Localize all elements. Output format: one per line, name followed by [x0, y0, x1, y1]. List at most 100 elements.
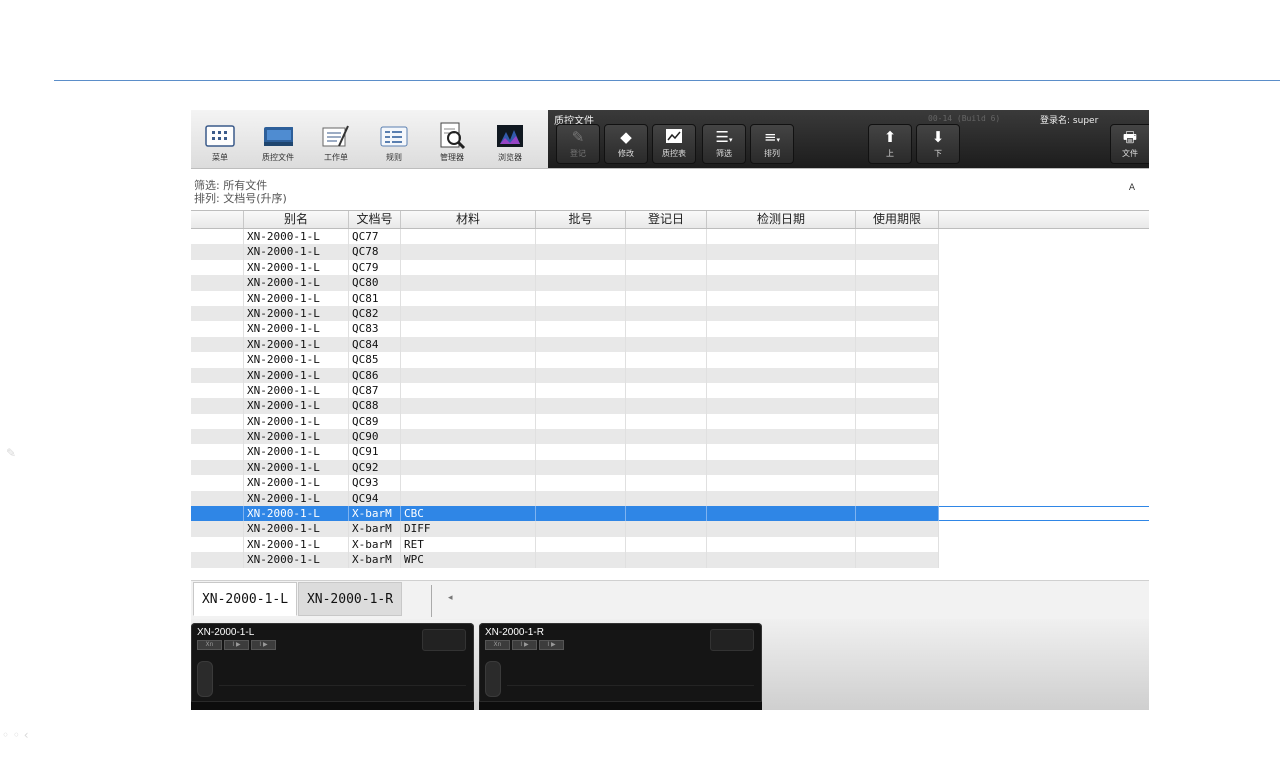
table-row[interactable]: XN-2000-1-L QC88	[191, 398, 1149, 414]
alias-cell[interactable]: XN-2000-1-L	[244, 290, 349, 306]
register-date-cell[interactable]	[626, 413, 707, 430]
browser-button[interactable]: 浏览器	[481, 110, 539, 168]
row-marker-cell[interactable]	[191, 367, 244, 383]
expiry-cell[interactable]	[856, 290, 939, 306]
row-marker-cell[interactable]	[191, 290, 244, 306]
lot-cell[interactable]	[536, 444, 626, 460]
table-row[interactable]: XN-2000-1-L QC90	[191, 429, 1149, 445]
register-date-cell[interactable]	[626, 398, 707, 414]
doc-number-cell[interactable]: QC83	[349, 321, 401, 337]
register-date-cell[interactable]	[626, 429, 707, 445]
material-cell[interactable]	[401, 429, 536, 445]
row-marker-cell[interactable]	[191, 475, 244, 491]
menu-button[interactable]: 菜单	[191, 110, 249, 168]
alias-cell[interactable]: XN-2000-1-L	[244, 305, 349, 322]
material-cell[interactable]	[401, 275, 536, 291]
material-cell[interactable]	[401, 444, 536, 460]
row-marker-cell[interactable]	[191, 521, 244, 537]
register-date-cell[interactable]	[626, 382, 707, 399]
row-marker-cell[interactable]	[191, 490, 244, 507]
move-up-button[interactable]: ⬆ 上	[868, 124, 912, 164]
material-cell[interactable]	[401, 490, 536, 507]
register-date-cell[interactable]	[626, 521, 707, 537]
lot-cell[interactable]	[536, 321, 626, 337]
filter-button[interactable]: ☰▾ 筛选	[702, 124, 746, 164]
doc-number-cell[interactable]: QC78	[349, 244, 401, 260]
row-marker-cell[interactable]	[191, 398, 244, 414]
column-header-register-date[interactable]: 登记日	[626, 211, 707, 228]
test-date-cell[interactable]	[707, 290, 856, 306]
expiry-cell[interactable]	[856, 367, 939, 383]
table-row[interactable]: XN-2000-1-L X-barM WPC	[191, 552, 1149, 568]
expiry-cell[interactable]	[856, 413, 939, 430]
table-row[interactable]: XN-2000-1-L QC94	[191, 490, 1149, 507]
column-header-lot[interactable]: 批号	[536, 211, 626, 228]
lot-cell[interactable]	[536, 275, 626, 291]
lot-cell[interactable]	[536, 475, 626, 491]
material-cell[interactable]	[401, 459, 536, 476]
worksheet-button[interactable]: 工作单	[307, 110, 365, 168]
test-date-cell[interactable]	[707, 444, 856, 460]
alias-cell[interactable]: XN-2000-1-L	[244, 229, 349, 245]
qc-chart-button[interactable]: 质控表	[652, 124, 696, 164]
test-date-cell[interactable]	[707, 229, 856, 245]
register-date-cell[interactable]	[626, 290, 707, 306]
doc-number-cell[interactable]: QC92	[349, 459, 401, 476]
alias-cell[interactable]: XN-2000-1-L	[244, 367, 349, 383]
expiry-cell[interactable]	[856, 552, 939, 568]
expiry-cell[interactable]	[856, 398, 939, 414]
test-date-cell[interactable]	[707, 506, 856, 522]
register-date-cell[interactable]	[626, 321, 707, 337]
doc-number-cell[interactable]: QC86	[349, 367, 401, 383]
doc-number-cell[interactable]: QC85	[349, 352, 401, 368]
material-cell[interactable]	[401, 259, 536, 276]
material-cell[interactable]	[401, 229, 536, 245]
test-date-cell[interactable]	[707, 490, 856, 507]
row-marker-cell[interactable]	[191, 321, 244, 337]
material-cell[interactable]	[401, 305, 536, 322]
manager-button[interactable]: 管理器	[423, 110, 481, 168]
row-marker-cell[interactable]	[191, 536, 244, 553]
row-marker-cell[interactable]	[191, 336, 244, 353]
expiry-cell[interactable]	[856, 459, 939, 476]
alias-cell[interactable]: XN-2000-1-L	[244, 475, 349, 491]
alias-cell[interactable]: XN-2000-1-L	[244, 398, 349, 414]
register-date-cell[interactable]	[626, 336, 707, 353]
test-date-cell[interactable]	[707, 398, 856, 414]
tab-xn-2000-1-l[interactable]: XN-2000-1-L	[193, 582, 297, 616]
test-date-cell[interactable]	[707, 321, 856, 337]
lot-cell[interactable]	[536, 305, 626, 322]
test-date-cell[interactable]	[707, 259, 856, 276]
table-row[interactable]: XN-2000-1-L QC77	[191, 229, 1149, 245]
expiry-cell[interactable]	[856, 305, 939, 322]
doc-number-cell[interactable]: X-barM	[349, 521, 401, 537]
column-header-test-date[interactable]: 检测日期	[707, 211, 856, 228]
lot-cell[interactable]	[536, 244, 626, 260]
register-date-cell[interactable]	[626, 490, 707, 507]
table-row[interactable]: XN-2000-1-L QC82	[191, 305, 1149, 322]
register-date-cell[interactable]	[626, 459, 707, 476]
lot-cell[interactable]	[536, 506, 626, 522]
lot-cell[interactable]	[536, 398, 626, 414]
alias-cell[interactable]: XN-2000-1-L	[244, 321, 349, 337]
table-row[interactable]: XN-2000-1-L QC79	[191, 259, 1149, 276]
register-date-cell[interactable]	[626, 475, 707, 491]
expiry-cell[interactable]	[856, 336, 939, 353]
table-row[interactable]: XN-2000-1-L QC92	[191, 459, 1149, 476]
column-header-material[interactable]: 材料	[401, 211, 536, 228]
material-cell[interactable]: RET	[401, 536, 536, 553]
row-marker-cell[interactable]	[191, 382, 244, 399]
alias-cell[interactable]: XN-2000-1-L	[244, 459, 349, 476]
test-date-cell[interactable]	[707, 413, 856, 430]
doc-number-cell[interactable]: QC84	[349, 336, 401, 353]
alias-cell[interactable]: XN-2000-1-L	[244, 536, 349, 553]
table-row[interactable]: XN-2000-1-L QC84	[191, 336, 1149, 353]
lot-cell[interactable]	[536, 229, 626, 245]
alias-cell[interactable]: XN-2000-1-L	[244, 490, 349, 507]
material-cell[interactable]	[401, 413, 536, 430]
lot-cell[interactable]	[536, 382, 626, 399]
table-row[interactable]: XN-2000-1-L QC78	[191, 244, 1149, 260]
register-date-cell[interactable]	[626, 367, 707, 383]
lot-cell[interactable]	[536, 521, 626, 537]
test-date-cell[interactable]	[707, 429, 856, 445]
